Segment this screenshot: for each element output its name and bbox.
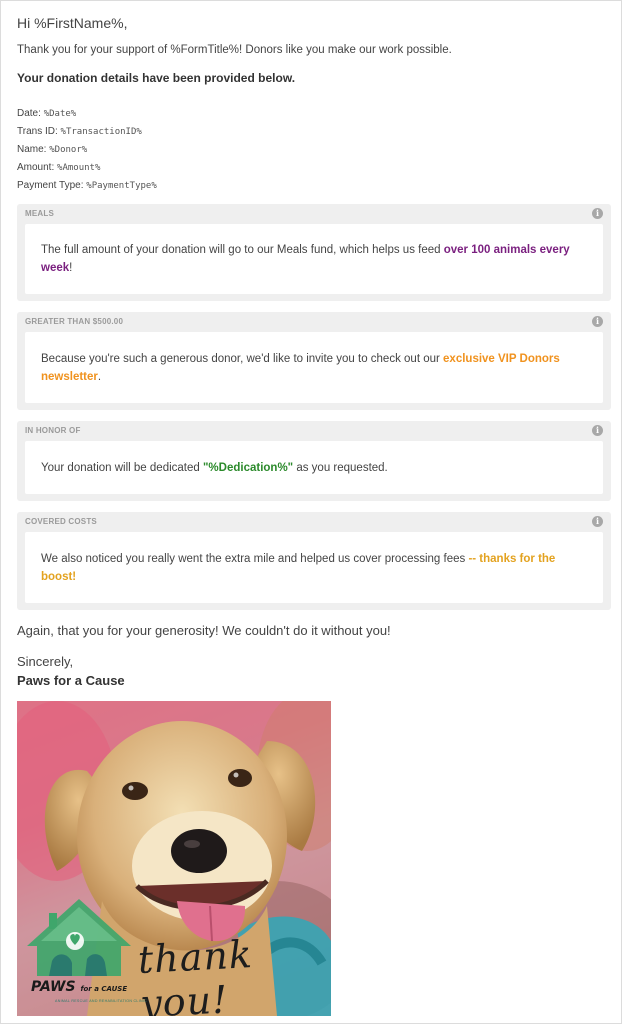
conditional-block-in-honor-of: IN HONOR OF i Your donation will be dedi… xyxy=(17,421,611,501)
block-title: MEALS xyxy=(25,209,54,218)
block-text: We also noticed you really went the extr… xyxy=(41,552,469,565)
block-text-end: as you requested. xyxy=(293,461,388,474)
detail-row-payment-type: Payment Type: %PaymentType% xyxy=(17,177,157,195)
detail-row-date: Date: %Date% xyxy=(17,105,157,123)
detail-value: %PaymentType% xyxy=(86,181,157,191)
donation-details: Date: %Date% Trans ID: %TransactionID% N… xyxy=(17,105,157,195)
details-heading: Your donation details have been provided… xyxy=(17,71,296,85)
detail-value: %Date% xyxy=(43,109,77,119)
signature: Paws for a Cause xyxy=(17,673,125,688)
intro-text: Thank you for your support of %FormTitle… xyxy=(17,44,452,56)
block-highlight: "%Dedication%" xyxy=(202,461,294,474)
detail-row-trans-id: Trans ID: %TransactionID% xyxy=(17,123,157,141)
logo-subtitle: ANIMAL RESCUE AND REHABILITATION CLINIC xyxy=(55,999,148,1003)
block-text-end: ! xyxy=(69,262,73,274)
block-text: Your donation will be dedicated xyxy=(41,461,203,474)
greeting: Hi %FirstName%, xyxy=(17,15,128,31)
block-title: COVERED COSTS xyxy=(25,517,97,526)
block-content: Because you're such a generous donor, we… xyxy=(25,332,603,403)
detail-row-name: Name: %Donor% xyxy=(17,141,157,159)
block-title: IN HONOR OF xyxy=(25,426,81,435)
info-icon[interactable]: i xyxy=(592,425,603,436)
block-content: The full amount of your donation will go… xyxy=(25,224,603,294)
info-icon[interactable]: i xyxy=(592,316,603,327)
block-text: The full amount of your donation will go… xyxy=(41,244,444,256)
logo-wordmark: PAWS for a CAUSE xyxy=(31,979,127,995)
email-frame: Hi %FirstName%, Thank you for your suppo… xyxy=(0,0,622,1024)
block-text-end: . xyxy=(97,370,102,383)
thank-you-script: thank you! xyxy=(136,932,254,1016)
detail-label: Payment Type: xyxy=(17,180,87,191)
logo-main: PAWS xyxy=(31,979,76,995)
detail-value: %Donor% xyxy=(49,145,88,155)
block-content: We also noticed you really went the extr… xyxy=(25,532,603,603)
info-icon[interactable]: i xyxy=(592,208,603,219)
logo-small: for a CAUSE xyxy=(80,985,128,993)
block-text: Because you're such a generous donor, we… xyxy=(41,352,444,365)
block-content: Your donation will be dedicated "%Dedica… xyxy=(25,441,603,494)
block-title: GREATER THAN $500.00 xyxy=(25,317,124,326)
sincerely-text: Sincerely, xyxy=(17,654,74,669)
conditional-block-covered-costs: COVERED COSTS i We also noticed you real… xyxy=(17,512,611,610)
thank-you-image: thank you! PAWS for a CAUSE ANIMAL RESCU… xyxy=(17,701,331,1016)
conditional-block-meals: MEALS i The full amount of your donation… xyxy=(17,204,611,301)
detail-value: %Amount% xyxy=(57,163,101,173)
info-icon[interactable]: i xyxy=(592,516,603,527)
detail-value: %TransactionID% xyxy=(60,127,142,137)
detail-row-amount: Amount: %Amount% xyxy=(17,159,157,177)
detail-label: Amount: xyxy=(17,162,58,173)
closing-text: Again, that you for your generosity! We … xyxy=(17,623,391,638)
detail-label: Date: xyxy=(17,108,44,119)
conditional-block-greater-than-500: GREATER THAN $500.00 i Because you're su… xyxy=(17,312,611,410)
detail-label: Name: xyxy=(17,144,50,155)
detail-label: Trans ID: xyxy=(17,126,61,137)
